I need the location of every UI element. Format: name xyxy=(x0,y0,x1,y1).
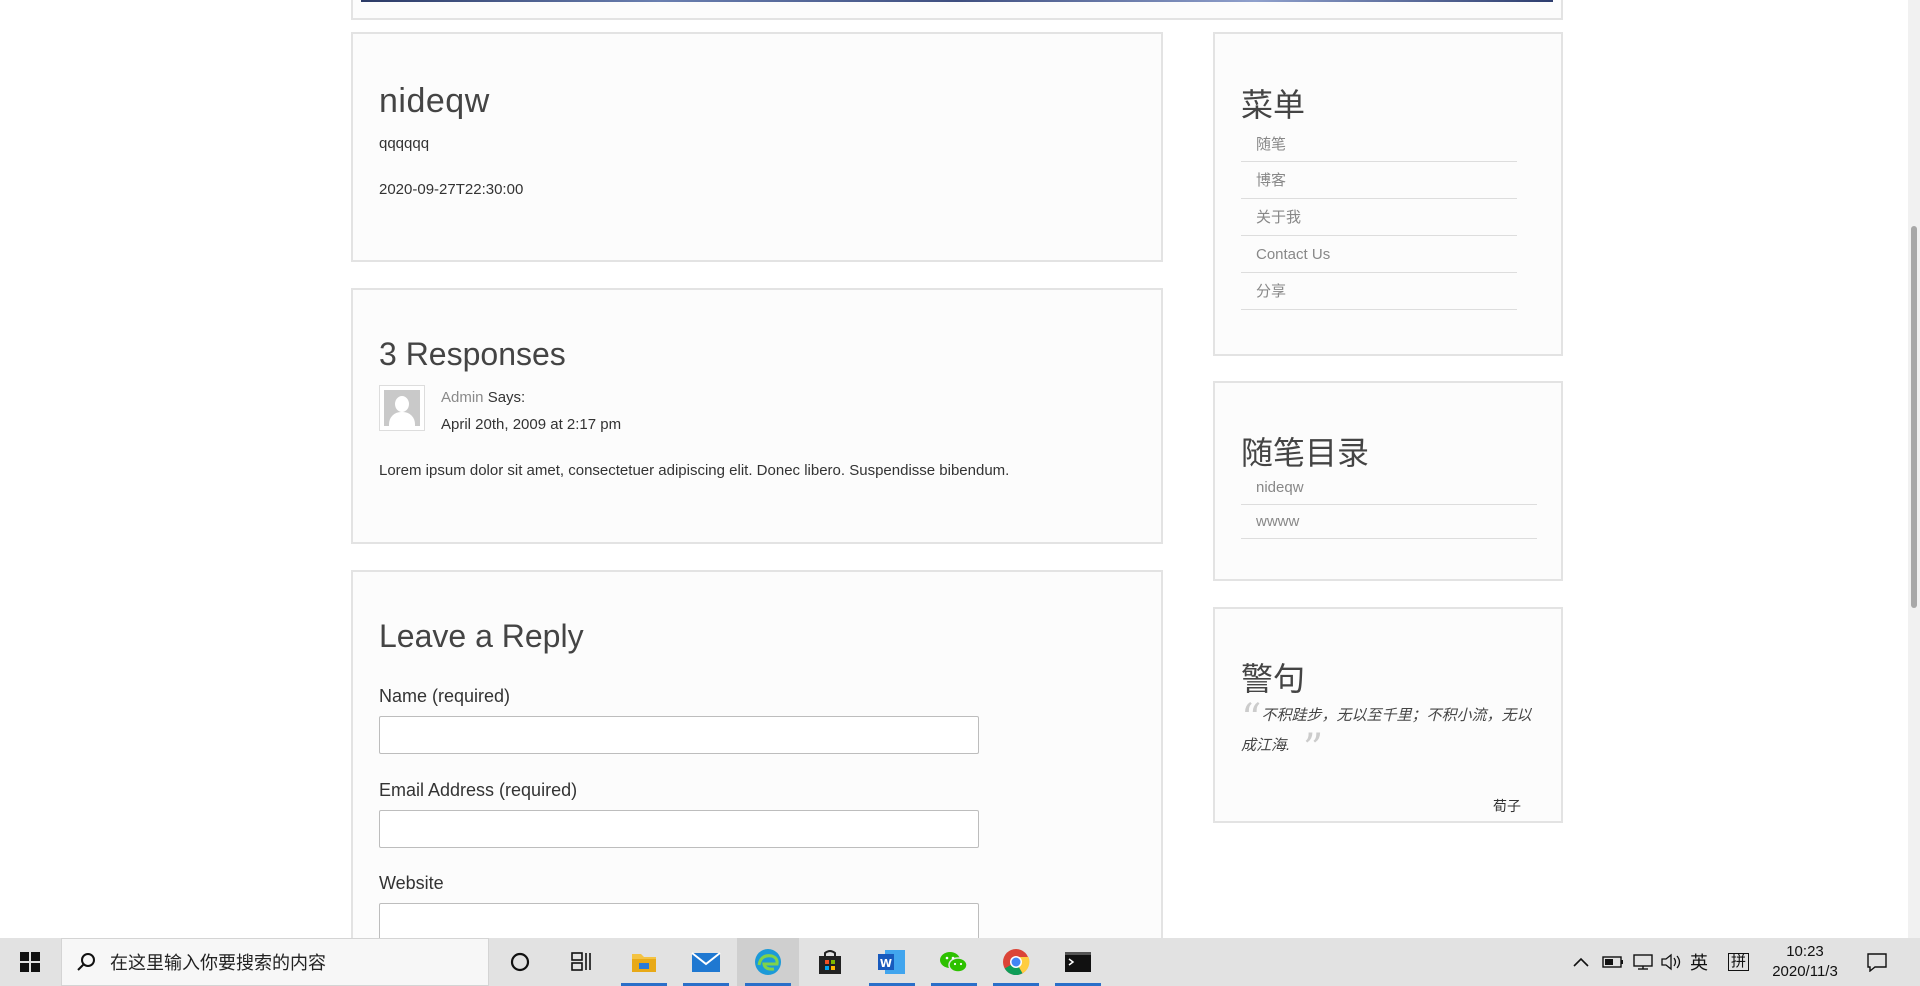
post-date: 2020-09-27T22:30:00 xyxy=(379,181,524,198)
store-icon xyxy=(819,950,841,974)
taskbar-clock[interactable]: 10:23 2020/11/3 xyxy=(1760,942,1850,982)
browser-page: nideqw qqqqqq 2020-09-27T22:30:00 3 Resp… xyxy=(0,0,1920,938)
battery-button[interactable] xyxy=(1602,938,1624,986)
comment-author-link[interactable]: Admin xyxy=(441,389,484,406)
windows-icon xyxy=(20,952,40,972)
sidebar-menu-panel: 菜单 随笔 博客 关于我 Contact Us 分享 xyxy=(1213,32,1563,356)
search-placeholder: 在这里输入你要搜索的内容 xyxy=(110,953,326,973)
menu-list: 随笔 博客 关于我 Contact Us 分享 xyxy=(1241,126,1517,310)
chrome-button[interactable] xyxy=(985,938,1047,986)
clock-date: 2020/11/3 xyxy=(1772,963,1838,980)
avatar xyxy=(379,385,425,431)
file-explorer-icon xyxy=(632,954,656,972)
sidebar-quote-panel: 警句 “不积跬步，无以至千里；不积小流，无以成江海. ” 荀子 xyxy=(1213,607,1563,823)
wechat-button[interactable] xyxy=(923,938,985,986)
ime-language-button[interactable]: 英 xyxy=(1690,938,1708,986)
clock-time: 10:23 xyxy=(1786,943,1824,960)
menu-item-contact[interactable]: Contact Us xyxy=(1241,236,1517,273)
volume-button[interactable] xyxy=(1660,938,1682,986)
menu-title: 菜单 xyxy=(1241,87,1306,123)
menu-item-blog[interactable]: 博客 xyxy=(1241,162,1517,199)
close-quote-icon: ” xyxy=(1290,726,1324,772)
sidebar-catalog-panel: 随笔目录 nideqw wwww xyxy=(1213,381,1563,581)
terminal-icon xyxy=(1065,952,1091,972)
menu-item-suibi[interactable]: 随笔 xyxy=(1241,126,1517,162)
ime-mode-button[interactable]: 拼 xyxy=(1728,938,1750,986)
edge-icon xyxy=(755,949,781,975)
ime-mode-label: 拼 xyxy=(1728,953,1750,971)
website-label: Website xyxy=(379,873,444,893)
notification-icon xyxy=(1867,953,1887,972)
responses-title: 3 Responses xyxy=(379,336,566,372)
reply-title: Leave a Reply xyxy=(379,618,584,654)
banner-image xyxy=(361,0,1553,2)
catalog-item[interactable]: nideqw xyxy=(1241,471,1537,505)
page-scrollbar[interactable] xyxy=(1908,0,1920,938)
wechat-icon xyxy=(940,952,968,973)
file-explorer-button[interactable] xyxy=(613,938,675,986)
quote-block: “不积跬步，无以至千里；不积小流，无以成江海. ” xyxy=(1241,699,1541,769)
mail-icon xyxy=(691,952,721,972)
cortana-button[interactable] xyxy=(489,938,551,986)
comment-text: Lorem ipsum dolor sit amet, consectetuer… xyxy=(379,462,1010,479)
network-button[interactable] xyxy=(1632,938,1654,986)
volume-icon xyxy=(1661,953,1681,971)
start-button[interactable] xyxy=(0,938,60,986)
battery-icon xyxy=(1602,956,1623,968)
word-icon: W xyxy=(878,950,905,974)
reply-panel: Leave a Reply Name (required) Email Addr… xyxy=(351,570,1163,938)
catalog-title: 随笔目录 xyxy=(1241,435,1370,471)
menu-item-share[interactable]: 分享 xyxy=(1241,273,1517,310)
terminal-button[interactable] xyxy=(1047,938,1109,986)
post-panel: nideqw qqqqqq 2020-09-27T22:30:00 xyxy=(351,32,1163,262)
tray-overflow-button[interactable] xyxy=(1572,938,1590,986)
email-label: Email Address (required) xyxy=(379,780,578,800)
comment-author-line: Admin Says: xyxy=(441,389,525,406)
default-user-icon xyxy=(384,390,420,426)
post-title[interactable]: nideqw xyxy=(379,82,490,121)
svg-text:W: W xyxy=(880,957,892,970)
chevron-up-icon xyxy=(1573,957,1589,967)
open-quote-icon: “ xyxy=(1241,696,1262,742)
action-center-button[interactable] xyxy=(1866,938,1888,986)
email-field[interactable] xyxy=(379,810,979,848)
catalog-item[interactable]: wwww xyxy=(1241,505,1537,539)
name-label: Name (required) xyxy=(379,686,511,706)
comment-date: April 20th, 2009 at 2:17 pm xyxy=(441,416,622,433)
network-icon xyxy=(1633,954,1653,970)
quote-title: 警句 xyxy=(1241,661,1306,697)
quote-author: 荀子 xyxy=(1493,798,1521,814)
scrollbar-thumb[interactable] xyxy=(1911,226,1917,608)
word-button[interactable]: W xyxy=(861,938,923,986)
store-button[interactable] xyxy=(799,938,861,986)
taskbar: 在这里输入你要搜索的内容 W 英 拼 10:23 2020/11/3 xyxy=(0,938,1920,986)
task-view-button[interactable] xyxy=(551,938,613,986)
edge-button[interactable] xyxy=(737,938,799,986)
responses-panel: 3 Responses Admin Says: April 20th, 2009… xyxy=(351,288,1163,544)
post-body: qqqqqq xyxy=(379,135,430,152)
chrome-icon xyxy=(1003,949,1030,976)
mail-button[interactable] xyxy=(675,938,737,986)
menu-item-about[interactable]: 关于我 xyxy=(1241,199,1517,236)
website-field[interactable] xyxy=(379,903,979,938)
task-view-icon xyxy=(571,952,591,971)
comment-says: Says: xyxy=(487,389,526,406)
taskbar-search[interactable]: 在这里输入你要搜索的内容 xyxy=(61,938,489,986)
name-field[interactable] xyxy=(379,716,979,754)
search-icon xyxy=(77,953,95,971)
catalog-list: nideqw wwww xyxy=(1241,471,1537,539)
header-banner xyxy=(351,0,1563,20)
quote-text: 不积跬步，无以至千里；不积小流，无以成江海. xyxy=(1241,707,1532,754)
cortana-icon xyxy=(510,952,530,972)
